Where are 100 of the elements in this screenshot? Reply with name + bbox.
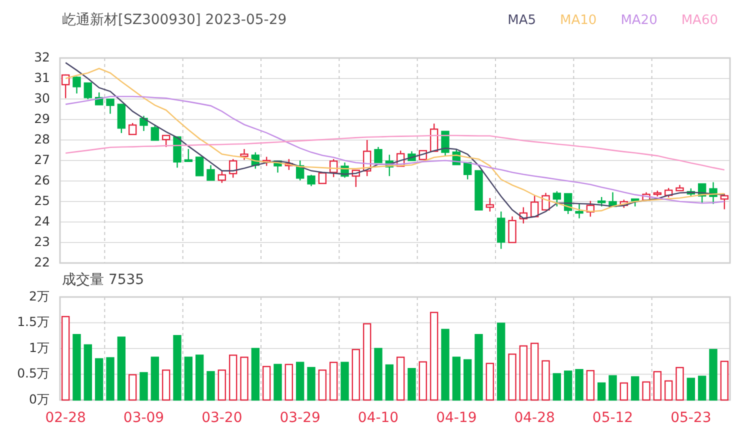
axis-label: 23 xyxy=(34,234,50,249)
candlestick xyxy=(296,160,304,180)
candlestick xyxy=(318,172,327,184)
volume-bar xyxy=(396,356,405,401)
volume-bar xyxy=(552,373,562,401)
legend-item: MA5 xyxy=(508,12,536,28)
date-label: 04-28 xyxy=(514,410,555,426)
candlestick xyxy=(340,162,349,178)
candlestick xyxy=(150,124,160,141)
volume-bar xyxy=(162,370,170,401)
volume-bar xyxy=(720,360,729,401)
candlestick xyxy=(597,197,606,206)
candlestick xyxy=(352,170,360,187)
volume-bar xyxy=(340,362,349,401)
axis-label: 0万 xyxy=(29,391,50,406)
volume-bar xyxy=(575,369,584,401)
legend-item: MA60 xyxy=(681,12,718,28)
volume-bar xyxy=(150,356,160,401)
volume-bar xyxy=(608,375,617,401)
axis-label: 22 xyxy=(34,254,50,270)
axis-label: 26 xyxy=(34,172,50,188)
candlestick xyxy=(496,212,506,249)
volume-bar xyxy=(218,370,226,401)
candlestick xyxy=(608,192,617,208)
volume-bar xyxy=(140,372,148,401)
candlestick xyxy=(251,152,260,169)
date-label: 04-10 xyxy=(358,410,399,426)
candlestick xyxy=(542,192,550,210)
date-label: 03-09 xyxy=(123,410,164,426)
volume-bar xyxy=(374,348,382,401)
axis-label: 27 xyxy=(34,152,50,167)
volume-title: 成交量 7535 xyxy=(62,271,144,289)
volume-bar xyxy=(117,336,126,401)
candlestick xyxy=(552,191,562,206)
candlestick xyxy=(408,151,416,162)
volume-bar xyxy=(106,357,114,401)
volume-bar xyxy=(664,380,673,401)
axis-label: 31 xyxy=(34,70,50,85)
candlestick xyxy=(620,200,628,208)
date-label: 04-19 xyxy=(436,410,477,426)
date-label: 03-29 xyxy=(280,410,320,426)
candlestick xyxy=(430,124,438,152)
volume-bar xyxy=(530,342,539,401)
chart-title: 屹通新材[SZ300930] 2023-05-29 xyxy=(62,11,287,29)
candlestick xyxy=(396,150,405,167)
volume-bar xyxy=(262,366,271,401)
candlestick xyxy=(486,198,494,212)
date-label: 05-23 xyxy=(670,410,712,426)
candlestick xyxy=(262,156,271,166)
candlestick xyxy=(664,188,673,198)
volume-bar xyxy=(385,364,394,401)
candlestick xyxy=(184,149,193,162)
volume-bar xyxy=(452,356,461,401)
volume-bar xyxy=(630,376,640,401)
volume-bar xyxy=(653,371,662,401)
candlestick xyxy=(385,154,394,176)
candlestick xyxy=(240,149,248,160)
volume-bar xyxy=(296,362,304,401)
volume-bar xyxy=(94,358,104,401)
legend-item: MA20 xyxy=(620,12,658,28)
axis-label: 1万 xyxy=(29,340,50,355)
axis-label: 1.5万 xyxy=(17,314,50,330)
candlestick xyxy=(274,160,282,173)
candlestick xyxy=(642,192,650,202)
candlestick xyxy=(676,184,684,192)
volume-bar xyxy=(195,354,204,401)
volume-bar xyxy=(274,364,282,401)
volume-bar xyxy=(173,335,182,401)
volume-bar xyxy=(329,362,338,401)
candlestick xyxy=(329,159,338,178)
axis-label: 29 xyxy=(34,110,50,126)
volume-bar xyxy=(72,334,81,401)
candlestick xyxy=(530,195,539,218)
volume-bar xyxy=(709,348,718,401)
axis-label: 0.5万 xyxy=(17,366,50,381)
candlestick xyxy=(686,188,696,197)
candlestick xyxy=(140,116,148,131)
axis-label: 2万 xyxy=(29,290,50,304)
volume-bar xyxy=(352,348,360,401)
volume-bar xyxy=(284,364,294,401)
candlestick xyxy=(173,136,182,168)
volume-bar xyxy=(228,354,238,401)
candlestick xyxy=(307,174,316,186)
candlestick xyxy=(698,183,706,204)
candlestick xyxy=(508,216,516,244)
candlestick xyxy=(519,207,528,224)
volume-bar xyxy=(307,366,316,401)
volume-bar xyxy=(206,371,215,401)
candlestick xyxy=(463,162,472,180)
candlestick xyxy=(720,194,729,210)
volume-bar xyxy=(318,370,327,401)
date-label: 03-20 xyxy=(202,410,242,426)
candlestick xyxy=(374,146,382,164)
volume-bar xyxy=(486,362,494,401)
candlestick xyxy=(61,74,70,98)
volume-bar xyxy=(251,348,260,401)
axis-label: 32 xyxy=(34,49,50,64)
axis-label: 25 xyxy=(34,192,50,208)
candlestick xyxy=(228,159,238,178)
volume-bar xyxy=(474,334,483,401)
